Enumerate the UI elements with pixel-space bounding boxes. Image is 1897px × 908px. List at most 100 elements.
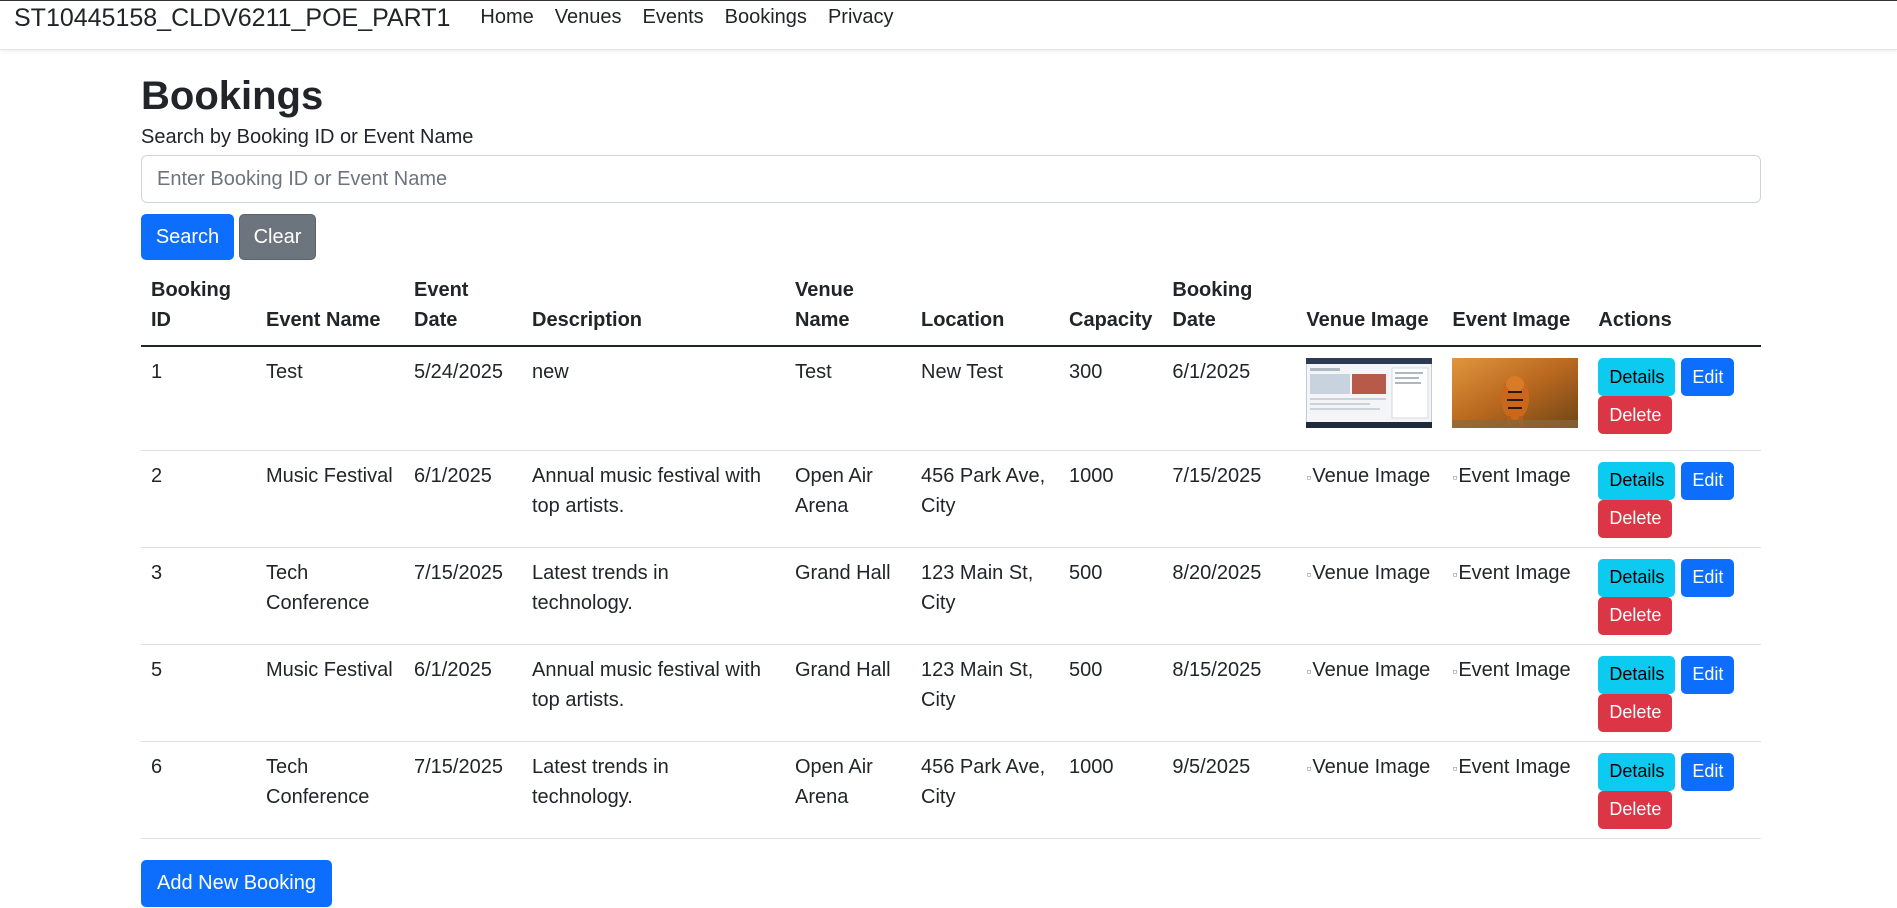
edit-button[interactable]: Edit	[1681, 752, 1735, 791]
cell-capacity: 300	[1059, 346, 1163, 451]
cell-event-name: Test	[256, 346, 404, 451]
cell-description: Latest trends in technology.	[522, 741, 785, 839]
venue-image-alt: Venue Image	[1312, 658, 1431, 681]
cell-venue-image: ▫Venue Image	[1296, 450, 1443, 548]
search-button[interactable]: Search	[141, 214, 234, 260]
nav-links: Home Venues Events Bookings Privacy	[480, 1, 914, 29]
cell-actions: Details Edit Delete	[1588, 450, 1761, 548]
cell-event-name: Music Festival	[256, 644, 404, 742]
cell-actions: Details Edit Delete	[1588, 644, 1761, 742]
venue-image-broken: ▫Venue Image	[1306, 461, 1432, 492]
table-row: 6 Tech Conference 7/15/2025 Latest trend…	[141, 741, 1761, 839]
cell-booking-id: 2	[141, 450, 256, 548]
event-image-alt: Event Image	[1458, 464, 1571, 487]
edit-button[interactable]: Edit	[1681, 558, 1735, 597]
delete-button[interactable]: Delete	[1598, 499, 1673, 538]
cell-booking-date: 7/15/2025	[1162, 450, 1297, 548]
cell-event-date: 6/1/2025	[404, 450, 522, 548]
venue-image-broken: ▫Venue Image	[1306, 655, 1432, 686]
event-image-tiger-thumbnail	[1452, 358, 1579, 428]
cell-booking-id: 6	[141, 741, 256, 839]
header-venue-image: Venue Image	[1296, 270, 1443, 347]
venue-image-alt: Venue Image	[1312, 755, 1431, 778]
event-image-alt: Event Image	[1458, 755, 1571, 778]
broken-image-icon: ▫	[1306, 662, 1312, 679]
cell-event-image: ▫Event Image	[1442, 547, 1589, 645]
brand-link[interactable]: ST10445158_CLDV6211_POE_PART1	[14, 1, 450, 33]
cell-event-name: Music Festival	[256, 450, 404, 548]
cell-description: Latest trends in technology.	[522, 547, 785, 645]
cell-booking-date: 8/15/2025	[1162, 644, 1297, 742]
header-location: Location	[911, 270, 1059, 347]
edit-button[interactable]: Edit	[1681, 655, 1735, 694]
nav-venues[interactable]: Venues	[555, 6, 622, 29]
cell-booking-date: 9/5/2025	[1162, 741, 1297, 839]
edit-button[interactable]: Edit	[1681, 461, 1735, 500]
cell-venue-name: Grand Hall	[785, 644, 911, 742]
cell-description: Annual music festival with top artists.	[522, 644, 785, 742]
cell-event-date: 7/15/2025	[404, 741, 522, 839]
details-button[interactable]: Details	[1598, 752, 1676, 791]
cell-actions: Details Edit Delete	[1588, 741, 1761, 839]
header-booking-date: Booking Date	[1162, 270, 1297, 347]
cell-booking-date: 8/20/2025	[1162, 547, 1297, 645]
delete-button[interactable]: Delete	[1598, 693, 1673, 732]
cell-booking-id: 3	[141, 547, 256, 645]
event-image-broken: ▫Event Image	[1452, 655, 1578, 686]
broken-image-icon: ▫	[1452, 759, 1458, 776]
venue-image-broken: ▫Venue Image	[1306, 558, 1432, 589]
add-booking-button[interactable]: Add New Booking	[141, 859, 332, 907]
search-input[interactable]	[141, 155, 1761, 203]
header-capacity: Capacity	[1059, 270, 1163, 347]
clear-button[interactable]: Clear	[239, 214, 316, 260]
cell-location: 123 Main St, City	[911, 547, 1059, 645]
cell-description: new	[522, 346, 785, 451]
event-image-broken: ▫Event Image	[1452, 558, 1578, 589]
delete-button[interactable]: Delete	[1598, 596, 1673, 635]
cell-venue-name: Grand Hall	[785, 547, 911, 645]
actions-top: Details Edit	[1598, 655, 1751, 694]
event-image-broken: ▫Event Image	[1452, 752, 1578, 783]
delete-button[interactable]: Delete	[1598, 396, 1673, 434]
cell-venue-image	[1296, 346, 1443, 451]
header-event-image: Event Image	[1442, 270, 1589, 347]
main-content: Bookings Search by Booking ID or Event N…	[141, 72, 1761, 907]
cell-event-name: Tech Conference	[256, 547, 404, 645]
details-button[interactable]: Details	[1598, 358, 1676, 396]
actions-top: Details Edit	[1598, 358, 1751, 396]
cell-location: New Test	[911, 346, 1059, 451]
venue-image-alt: Venue Image	[1312, 561, 1431, 584]
header-actions: Actions	[1588, 270, 1761, 347]
header-venue-name: Venue Name	[785, 270, 911, 347]
cell-event-date: 5/24/2025	[404, 346, 522, 451]
cell-capacity: 1000	[1059, 450, 1163, 548]
cell-venue-name: Test	[785, 346, 911, 451]
search-label: Search by Booking ID or Event Name	[141, 126, 474, 148]
nav-bookings[interactable]: Bookings	[725, 6, 807, 29]
broken-image-icon: ▫	[1306, 759, 1312, 776]
actions-bottom: Delete	[1598, 596, 1751, 635]
cell-venue-image: ▫Venue Image	[1296, 741, 1443, 839]
actions-top: Details Edit	[1598, 461, 1751, 500]
cell-event-image: ▫Event Image	[1442, 741, 1589, 839]
bookings-table: Booking ID Event Name Event Date Descrip…	[141, 270, 1761, 839]
table-row: 1 Test 5/24/2025 new Test New Test 300 6…	[141, 346, 1761, 451]
actions-top: Details Edit	[1598, 752, 1751, 791]
details-button[interactable]: Details	[1598, 655, 1676, 694]
nav-events[interactable]: Events	[643, 6, 704, 29]
cell-booking-id: 5	[141, 644, 256, 742]
cell-event-image: ▫Event Image	[1442, 644, 1589, 742]
nav-privacy[interactable]: Privacy	[828, 6, 894, 29]
table-row: 2 Music Festival 6/1/2025 Annual music f…	[141, 450, 1761, 548]
table-header-row: Booking ID Event Name Event Date Descrip…	[141, 270, 1761, 347]
details-button[interactable]: Details	[1598, 461, 1676, 500]
details-button[interactable]: Details	[1598, 558, 1676, 597]
cell-event-name: Tech Conference	[256, 741, 404, 839]
cell-location: 456 Park Ave, City	[911, 741, 1059, 839]
nav-home[interactable]: Home	[480, 6, 533, 29]
delete-button[interactable]: Delete	[1598, 790, 1673, 829]
cell-location: 456 Park Ave, City	[911, 450, 1059, 548]
venue-image-broken: ▫Venue Image	[1306, 752, 1432, 783]
edit-button[interactable]: Edit	[1681, 358, 1735, 396]
table-row: 5 Music Festival 6/1/2025 Annual music f…	[141, 644, 1761, 742]
